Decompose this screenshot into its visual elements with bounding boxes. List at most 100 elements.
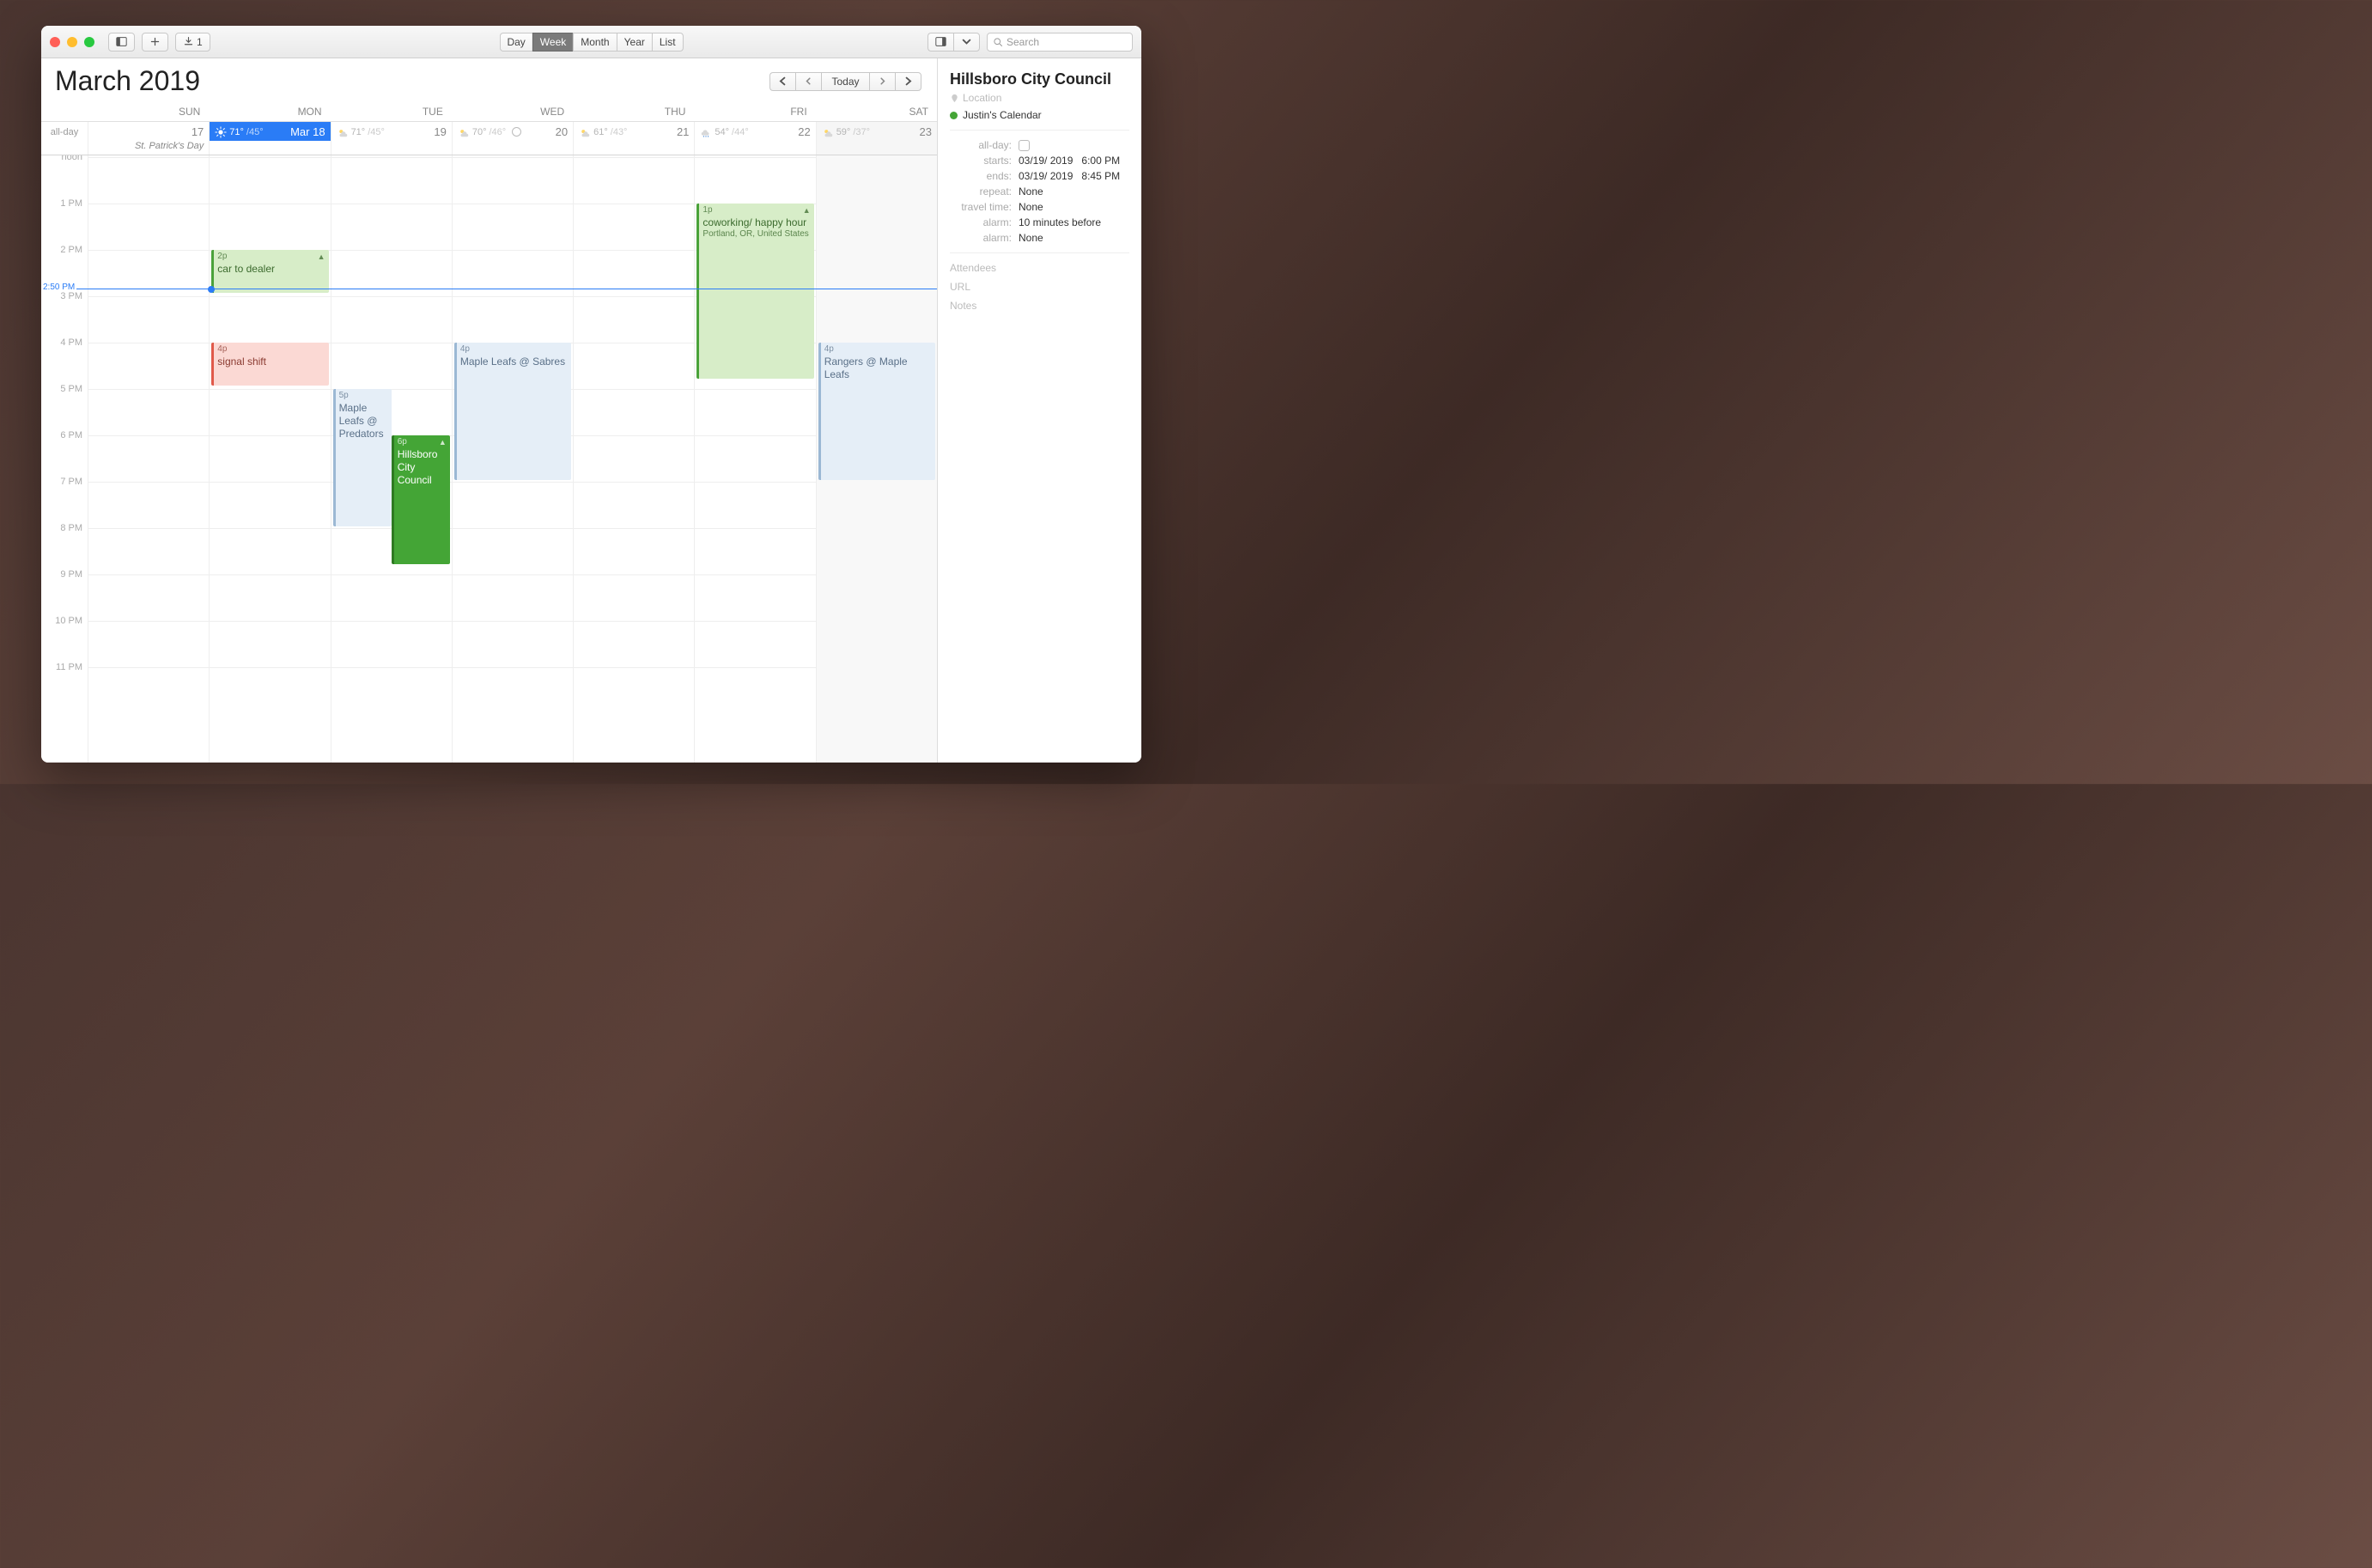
travel-value[interactable]: None	[1019, 201, 1129, 213]
date-nav: Today	[769, 72, 921, 91]
search-icon	[993, 37, 1003, 47]
hour-label: noon	[62, 155, 82, 162]
chevron-left-icon	[777, 76, 788, 87]
inspector-location[interactable]: Location	[950, 92, 1129, 104]
allday-cell-sat[interactable]: 59°/37° 23	[816, 122, 937, 155]
day-header: SUN	[88, 102, 209, 121]
inspector-menu-button[interactable]	[953, 33, 980, 52]
panel-right-icon	[935, 36, 946, 47]
weather-icon: 71°/45°	[215, 126, 263, 138]
add-event-button[interactable]	[142, 33, 168, 52]
view-year[interactable]: Year	[617, 33, 652, 52]
calendar-main: March 2019 Today	[41, 58, 938, 763]
allday-cell-tue[interactable]: 71°/45° 19	[331, 122, 452, 155]
today-button[interactable]: Today	[821, 72, 869, 91]
inspector-toggle-button[interactable]	[928, 33, 953, 52]
maximize-button[interactable]	[84, 37, 94, 47]
day-col-tue[interactable]: 5p Maple Leafs @ Predators 6p▲ Hillsboro…	[331, 155, 452, 763]
location-pin-icon	[950, 94, 959, 103]
allday-cell-fri[interactable]: 54°/44° 22	[694, 122, 815, 155]
chevron-right-small-icon	[877, 76, 888, 87]
day-header: MON	[209, 102, 330, 121]
plus-icon	[149, 36, 161, 47]
ends-date[interactable]: 03/19/ 2019	[1019, 170, 1073, 182]
sidebar-toggle-button[interactable]	[108, 33, 135, 52]
prev-day-button[interactable]	[795, 72, 821, 91]
notes-field[interactable]: Notes	[950, 300, 1129, 312]
alarm-value-1[interactable]: 10 minutes before	[1019, 216, 1129, 228]
calendar-window: 1 Day Week Month Year List Search	[41, 26, 1141, 763]
inspector-calendar[interactable]: Justin's Calendar	[950, 109, 1129, 121]
downloads-button[interactable]: 1	[175, 33, 210, 52]
view-list[interactable]: List	[652, 33, 684, 52]
allday-event[interactable]: St. Patrick's Day	[88, 141, 209, 154]
weather-icon: 70°/46°	[458, 126, 521, 138]
event-signal-shift[interactable]: 4p signal shift	[211, 343, 328, 386]
next-week-button[interactable]	[895, 72, 921, 91]
weather-icon: 54°/44°	[700, 126, 748, 138]
inspector-toggle-seg	[928, 33, 980, 52]
event-leafs-predators[interactable]: 5p Maple Leafs @ Predators	[333, 389, 392, 526]
event-hillsboro[interactable]: 6p▲ Hillsboro City Council	[392, 435, 450, 564]
url-field[interactable]: URL	[950, 281, 1129, 293]
chevron-right-icon	[903, 76, 914, 87]
moon-phase-icon	[512, 127, 521, 137]
starts-date[interactable]: 03/19/ 2019	[1019, 155, 1073, 167]
day-header: WED	[452, 102, 573, 121]
day-col-mon[interactable]: 2p▲ car to dealer 4p signal shift	[209, 155, 330, 763]
hour-label: 8 PM	[60, 523, 82, 533]
event-car-to-dealer[interactable]: 2p▲ car to dealer	[211, 250, 328, 293]
view-week[interactable]: Week	[532, 33, 573, 52]
next-day-button[interactable]	[869, 72, 895, 91]
view-switcher: Day Week Month Year List	[499, 33, 683, 52]
hour-label: 4 PM	[60, 337, 82, 348]
minimize-button[interactable]	[67, 37, 77, 47]
hour-gutter: noon1 PM2 PM3 PM4 PM5 PM6 PM7 PM8 PM9 PM…	[41, 155, 88, 763]
search-field[interactable]: Search	[987, 33, 1133, 52]
hour-label: 7 PM	[60, 477, 82, 487]
hour-label: 10 PM	[55, 616, 82, 626]
day-col-wed[interactable]: 4p Maple Leafs @ Sabres	[452, 155, 573, 763]
view-day[interactable]: Day	[499, 33, 532, 52]
view-month[interactable]: Month	[573, 33, 616, 52]
event-coworking[interactable]: 1p▲ coworking/ happy hour Portland, OR, …	[696, 204, 813, 379]
bell-icon: ▲	[439, 438, 447, 447]
hour-label: 5 PM	[60, 384, 82, 394]
calendar-color-dot	[950, 112, 958, 119]
day-col-thu[interactable]	[573, 155, 694, 763]
month-title: March 2019	[55, 65, 200, 97]
event-leafs-sabres[interactable]: 4p Maple Leafs @ Sabres	[454, 343, 571, 480]
allday-checkbox[interactable]	[1019, 140, 1030, 151]
day-header: TUE	[331, 102, 452, 121]
hour-label: 9 PM	[60, 569, 82, 580]
weather-icon: 71°/45°	[337, 126, 385, 138]
event-rangers[interactable]: 4p Rangers @ Maple Leafs	[818, 343, 935, 480]
bell-icon: ▲	[803, 206, 811, 216]
close-button[interactable]	[50, 37, 60, 47]
hour-label: 3 PM	[60, 291, 82, 301]
week-grid[interactable]: 2:50 PM noon1 PM2 PM3 PM4 PM5 PM6 PM7 PM…	[41, 155, 937, 763]
prev-week-button[interactable]	[769, 72, 795, 91]
download-icon	[183, 36, 194, 47]
sidebar-icon	[116, 36, 127, 47]
day-col-sat[interactable]: 4p Rangers @ Maple Leafs	[816, 155, 937, 763]
hour-label: 11 PM	[56, 662, 82, 672]
day-header: SAT	[816, 102, 937, 121]
day-col-sun[interactable]	[88, 155, 209, 763]
bell-icon: ▲	[318, 252, 325, 262]
allday-cell-wed[interactable]: 70°/46° 20	[452, 122, 573, 155]
repeat-value[interactable]: None	[1019, 185, 1129, 198]
alarm-value-2[interactable]: None	[1019, 232, 1129, 244]
day-headers: SUN MON TUE WED THU FRI SAT	[41, 102, 937, 121]
ends-time[interactable]: 8:45 PM	[1081, 170, 1120, 182]
attendees-field[interactable]: Attendees	[950, 262, 1129, 274]
downloads-count: 1	[197, 36, 203, 48]
allday-cell-sun[interactable]: 17 St. Patrick's Day	[88, 122, 209, 155]
allday-row: all-day 17 St. Patrick's Day 71°/45° Mar…	[41, 121, 937, 155]
allday-cell-thu[interactable]: 61°/43° 21	[573, 122, 694, 155]
day-header: FRI	[694, 102, 815, 121]
allday-cell-mon[interactable]: 71°/45° Mar 18	[209, 122, 330, 155]
starts-time[interactable]: 6:00 PM	[1081, 155, 1120, 167]
inspector-title[interactable]: Hillsboro City Council	[950, 70, 1129, 88]
day-col-fri[interactable]: 1p▲ coworking/ happy hour Portland, OR, …	[694, 155, 815, 763]
